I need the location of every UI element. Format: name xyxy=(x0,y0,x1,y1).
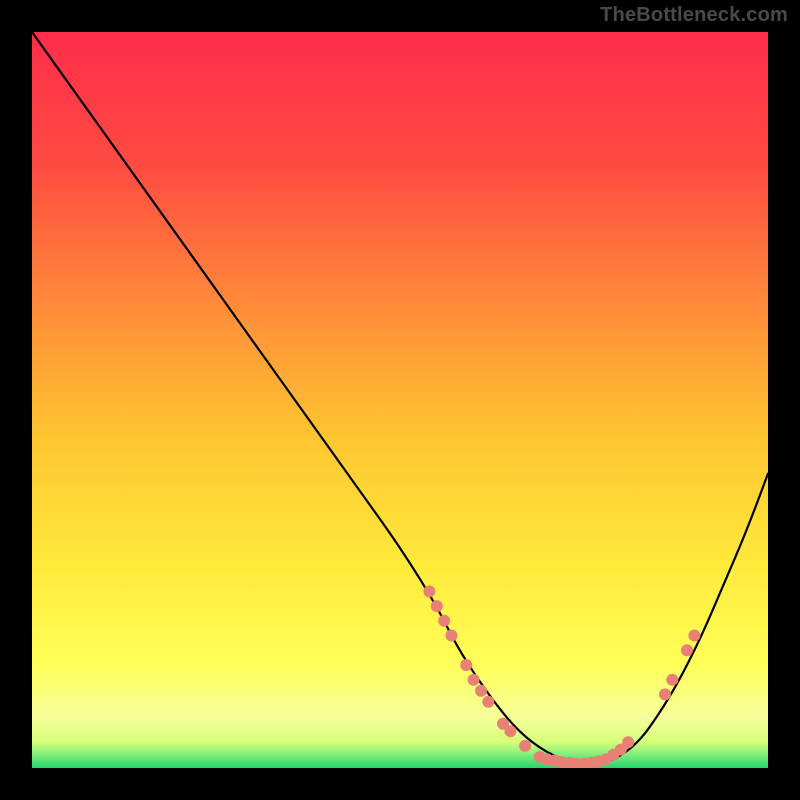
highlight-point xyxy=(468,674,480,686)
plot-area xyxy=(32,32,768,768)
highlight-point xyxy=(504,725,516,737)
highlight-point xyxy=(622,736,634,748)
highlight-point xyxy=(446,630,458,642)
gradient-background xyxy=(32,32,768,768)
watermark-text: TheBottleneck.com xyxy=(600,4,788,27)
highlight-point xyxy=(460,659,472,671)
highlight-point xyxy=(666,674,678,686)
highlight-point xyxy=(519,740,531,752)
highlight-point xyxy=(438,615,450,627)
chart-svg xyxy=(32,32,768,768)
highlight-point xyxy=(688,630,700,642)
highlight-point xyxy=(423,585,435,597)
highlight-point xyxy=(482,696,494,708)
highlight-point xyxy=(431,600,443,612)
chart-frame: TheBottleneck.com xyxy=(0,0,800,800)
highlight-point xyxy=(475,685,487,697)
highlight-point xyxy=(659,688,671,700)
highlight-point xyxy=(681,644,693,656)
